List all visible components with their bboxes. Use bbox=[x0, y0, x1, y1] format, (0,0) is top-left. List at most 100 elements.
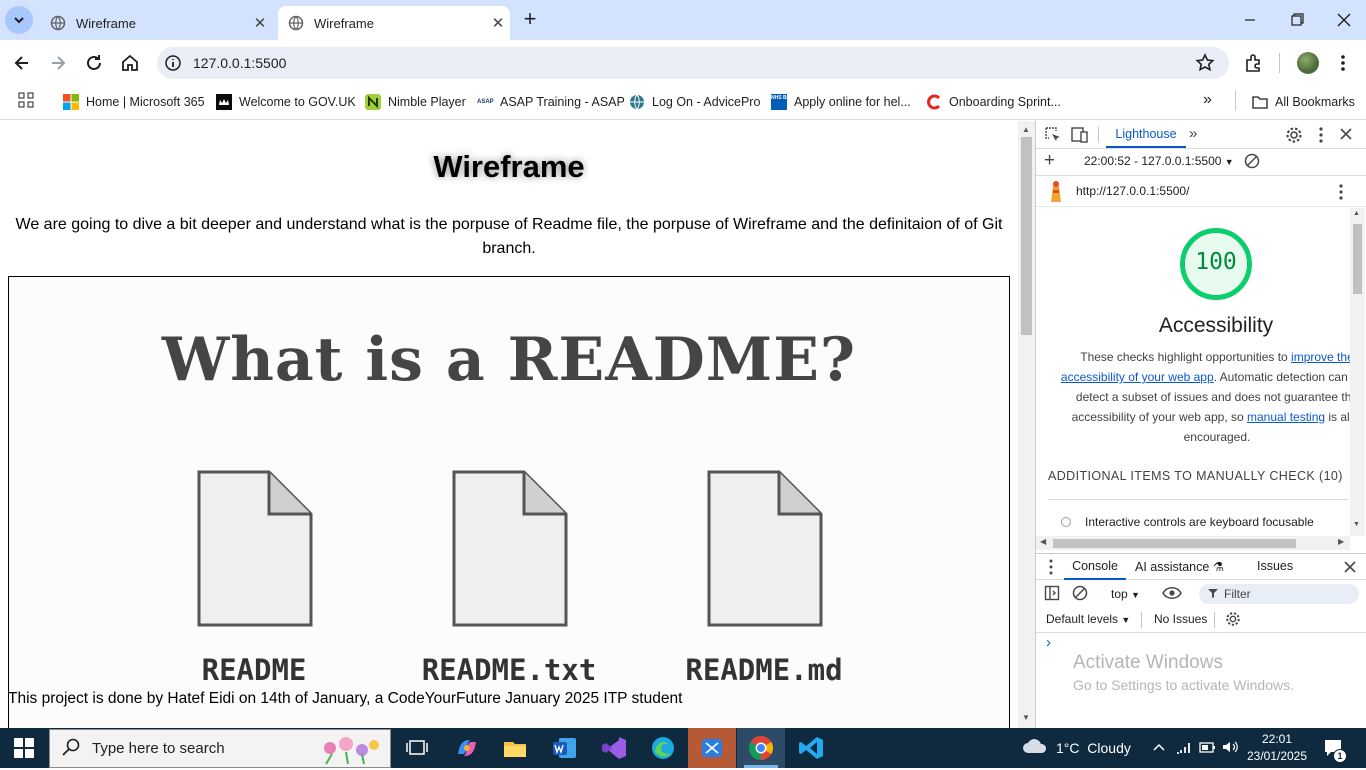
more-tabs-icon[interactable]: » bbox=[1189, 125, 1197, 142]
default-levels-select[interactable]: Default levels ▼ bbox=[1046, 612, 1130, 626]
volume-icon[interactable] bbox=[1222, 740, 1240, 759]
close-tab-icon[interactable]: ✕ bbox=[486, 14, 510, 32]
bookmark-label: Home | Microsoft 365 bbox=[86, 95, 205, 109]
clear-console-icon[interactable] bbox=[1072, 585, 1088, 606]
live-expression-eye-icon[interactable] bbox=[1162, 586, 1182, 605]
audit-status-circle-icon bbox=[1061, 517, 1071, 527]
scrollbar-thumb[interactable] bbox=[1021, 137, 1032, 335]
bookmark-govuk[interactable]: Welcome to GOV.UK bbox=[216, 91, 356, 113]
context-select[interactable]: top ▼ bbox=[1111, 587, 1140, 601]
activate-windows-title: Activate Windows bbox=[1073, 652, 1223, 673]
scrollbar-thumb[interactable] bbox=[1053, 539, 1296, 548]
settings-gear-icon[interactable] bbox=[1285, 126, 1303, 149]
issues-counter[interactable]: No Issues bbox=[1154, 612, 1207, 626]
menu-kebab-icon[interactable] bbox=[1333, 52, 1353, 79]
new-tab-button[interactable]: + bbox=[518, 8, 542, 32]
site-info-icon[interactable] bbox=[164, 54, 182, 77]
report-scrollbar[interactable]: ▲ ▼ bbox=[1350, 208, 1365, 536]
manual-testing-link[interactable]: manual testing bbox=[1247, 410, 1325, 424]
close-drawer-icon[interactable] bbox=[1343, 560, 1357, 579]
bookmark-asap[interactable]: ASAP ASAP Training - ASAP bbox=[477, 91, 625, 113]
extensions-icon[interactable] bbox=[1243, 52, 1265, 79]
bookmark-onboarding[interactable]: Onboarding Sprint... bbox=[926, 91, 1061, 113]
console-prompt[interactable]: › bbox=[1046, 634, 1051, 651]
scroll-right-arrow[interactable]: ▶ bbox=[1338, 537, 1344, 546]
forward-button[interactable] bbox=[46, 51, 70, 80]
close-window-button[interactable] bbox=[1330, 10, 1358, 30]
home-button[interactable] bbox=[118, 51, 142, 80]
minimize-button[interactable] bbox=[1236, 10, 1264, 30]
report-hscrollbar[interactable]: ◀ ▶ bbox=[1036, 536, 1350, 550]
tab-ai-assistance[interactable]: AI assistance ⚗ bbox=[1135, 559, 1224, 574]
vscode-icon[interactable] bbox=[796, 734, 826, 762]
microsoft-logo-icon bbox=[63, 94, 79, 110]
word-icon[interactable] bbox=[550, 734, 580, 762]
tray-chevron-up-icon[interactable] bbox=[1152, 740, 1166, 759]
back-button[interactable] bbox=[10, 51, 34, 80]
audit-item[interactable]: Interactive controls are keyboard focusa… bbox=[1061, 515, 1314, 529]
file-icon bbox=[707, 470, 823, 632]
visual-studio-icon[interactable] bbox=[599, 734, 629, 762]
all-bookmarks[interactable]: All Bookmarks bbox=[1252, 91, 1355, 113]
close-tab-icon[interactable]: ✕ bbox=[248, 14, 272, 32]
inspect-element-icon[interactable] bbox=[1044, 126, 1062, 149]
edge-icon[interactable] bbox=[648, 734, 678, 762]
bookmark-advicepro[interactable]: Log On - AdvicePro bbox=[629, 91, 760, 113]
new-report-icon[interactable]: + bbox=[1044, 151, 1055, 170]
scroll-down-arrow[interactable]: ▼ bbox=[1022, 713, 1030, 722]
filter-input[interactable]: Filter bbox=[1199, 584, 1359, 604]
chrome-icon[interactable] bbox=[746, 734, 776, 762]
scroll-down-arrow[interactable]: ▼ bbox=[1353, 521, 1360, 528]
device-toolbar-icon[interactable] bbox=[1071, 126, 1089, 149]
scroll-left-arrow[interactable]: ◀ bbox=[1040, 537, 1046, 546]
network-icon[interactable] bbox=[1175, 739, 1193, 760]
file-label: README.md bbox=[685, 653, 843, 687]
avatar[interactable] bbox=[1297, 52, 1319, 74]
file-explorer-icon[interactable] bbox=[500, 734, 530, 762]
report-menu-icon[interactable] bbox=[1335, 183, 1347, 206]
url-text[interactable]: 127.0.0.1:5500 bbox=[193, 55, 286, 71]
apps-grid-icon[interactable] bbox=[18, 92, 34, 113]
bookmark-label: Log On - AdvicePro bbox=[652, 95, 761, 109]
restore-button[interactable] bbox=[1283, 10, 1311, 30]
taskbar-search[interactable]: Type here to search bbox=[49, 729, 391, 768]
scroll-up-arrow[interactable]: ▲ bbox=[1022, 125, 1030, 134]
page-scrollbar[interactable]: ▲ ▼ bbox=[1018, 121, 1035, 728]
bookmark-microsoft365[interactable]: Home | Microsoft 365 bbox=[63, 91, 205, 113]
weather-widget[interactable]: 1°C Cloudy bbox=[1022, 737, 1131, 758]
tab-lighthouse[interactable]: Lighthouse bbox=[1106, 121, 1186, 148]
console-settings-gear-icon[interactable] bbox=[1225, 611, 1241, 632]
codeyourfuture-logo-icon bbox=[926, 94, 942, 110]
battery-icon[interactable] bbox=[1199, 740, 1217, 759]
report-select[interactable]: 22:00:52 - 127.0.0.1:5500 ▼ bbox=[1084, 154, 1234, 168]
bookmark-star-icon[interactable] bbox=[1194, 52, 1216, 79]
clock-time: 22:01 bbox=[1261, 732, 1293, 746]
clear-reports-icon[interactable] bbox=[1244, 153, 1260, 174]
reload-button[interactable] bbox=[82, 51, 106, 80]
all-bookmarks-label: All Bookmarks bbox=[1275, 95, 1355, 109]
drawer-menu-icon[interactable] bbox=[1045, 558, 1057, 581]
bookmark-nimble[interactable]: Nimble Player bbox=[365, 91, 466, 113]
scrollbar-thumb[interactable] bbox=[1353, 224, 1362, 294]
address-bar[interactable] bbox=[157, 47, 1229, 79]
copilot-icon[interactable] bbox=[452, 734, 482, 762]
close-devtools-icon[interactable] bbox=[1339, 127, 1353, 146]
manual-check-header[interactable]: ADDITIONAL ITEMS TO MANUALLY CHECK (10) bbox=[1048, 469, 1343, 483]
tab-wireframe-1[interactable]: Wireframe ✕ bbox=[40, 6, 272, 40]
sidebar-toggle-icon[interactable] bbox=[1044, 585, 1060, 606]
bookmarks-overflow-icon[interactable]: » bbox=[1203, 91, 1212, 109]
tab-wireframe-2[interactable]: Wireframe ✕ bbox=[278, 6, 510, 40]
task-view-icon[interactable] bbox=[402, 734, 432, 762]
readme-image: What is a README? README README.txt READ… bbox=[8, 276, 1010, 728]
scroll-up-arrow[interactable]: ▲ bbox=[1353, 210, 1360, 217]
windows-start-icon[interactable] bbox=[14, 738, 34, 763]
filter-funnel-icon bbox=[1208, 587, 1218, 601]
snipping-tool-icon[interactable] bbox=[697, 734, 727, 762]
tab-issues[interactable]: Issues bbox=[1257, 559, 1293, 573]
clock[interactable]: 22:01 23/01/2025 bbox=[1246, 731, 1308, 765]
readme-image-title: What is a README? bbox=[161, 325, 857, 395]
devtools-menu-icon[interactable] bbox=[1314, 126, 1328, 149]
bookmark-nhsbsa[interactable]: NHS BSA Apply online for hel... bbox=[771, 91, 911, 113]
tab-console[interactable]: Console bbox=[1064, 553, 1126, 580]
tab-search-button[interactable] bbox=[5, 6, 33, 34]
